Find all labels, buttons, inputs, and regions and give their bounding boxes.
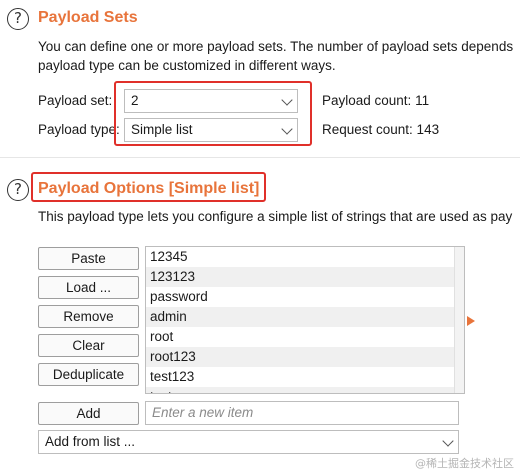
request-count: Request count: 143 bbox=[322, 122, 440, 137]
list-item[interactable]: admin bbox=[146, 307, 464, 327]
chevron-down-icon bbox=[442, 435, 454, 447]
add-button[interactable]: Add bbox=[38, 402, 139, 425]
list-item[interactable]: test bbox=[146, 387, 464, 393]
remove-button[interactable]: Remove bbox=[38, 305, 139, 328]
add-from-list-select[interactable]: Add from list ... bbox=[38, 430, 459, 454]
list-item[interactable]: 12345 bbox=[146, 247, 464, 267]
payload-sets-title: Payload Sets bbox=[38, 9, 138, 26]
payload-sets-description-line2: payload type can be customized in differ… bbox=[38, 58, 336, 73]
list-scrollbar[interactable] bbox=[454, 247, 464, 393]
load-button[interactable]: Load ... bbox=[38, 276, 139, 299]
payload-list[interactable]: 12345 123123 password admin root root123… bbox=[145, 246, 465, 394]
section-divider bbox=[0, 157, 520, 158]
payload-count: Payload count: 11 bbox=[322, 93, 430, 108]
watermark: @稀土掘金技术社区 bbox=[415, 457, 514, 470]
new-item-placeholder: Enter a new item bbox=[152, 405, 254, 420]
list-item[interactable]: root bbox=[146, 327, 464, 347]
add-from-list-value: Add from list ... bbox=[45, 434, 136, 449]
clear-button[interactable]: Clear bbox=[38, 334, 139, 357]
highlight-box-payload-selects bbox=[114, 81, 312, 146]
deduplicate-button[interactable]: Deduplicate bbox=[38, 363, 139, 386]
paste-button[interactable]: Paste bbox=[38, 247, 139, 270]
list-item[interactable]: password bbox=[146, 287, 464, 307]
highlight-box-payload-options-title bbox=[31, 172, 266, 202]
list-item[interactable]: 123123 bbox=[146, 267, 464, 287]
payload-type-label: Payload type: bbox=[38, 122, 120, 137]
payload-set-label: Payload set: bbox=[38, 93, 113, 108]
help-icon[interactable]: ? bbox=[7, 8, 29, 30]
payload-sets-description-line1: You can define one or more payload sets.… bbox=[38, 39, 514, 54]
new-item-input[interactable]: Enter a new item bbox=[145, 401, 459, 425]
help-icon[interactable]: ? bbox=[7, 179, 29, 201]
payload-options-description: This payload type lets you configure a s… bbox=[38, 209, 513, 224]
list-item[interactable]: test123 bbox=[146, 367, 464, 387]
list-item[interactable]: root123 bbox=[146, 347, 464, 367]
triangle-right-icon[interactable] bbox=[467, 316, 475, 326]
